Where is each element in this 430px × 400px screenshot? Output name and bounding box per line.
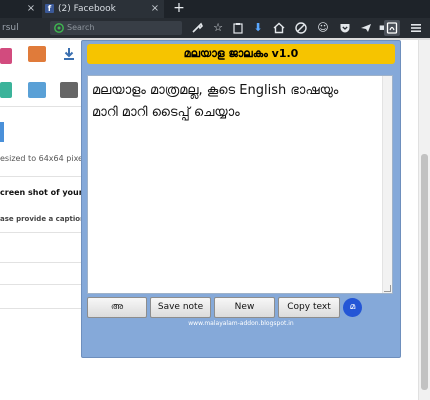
tab-facebook[interactable]: (2) Facebook xyxy=(42,0,164,18)
note-editor[interactable]: മലയാളം മാത്രമല്ല, കൂടെ English ഭാഷയും മാ… xyxy=(87,75,393,294)
wrench-icon[interactable] xyxy=(189,20,205,36)
new-note-button[interactable]: New xyxy=(214,297,275,318)
download-icon[interactable]: ⬇ xyxy=(250,20,266,36)
clipboard-icon[interactable] xyxy=(230,20,246,36)
tab-bar: × (2) Facebook f × + xyxy=(0,0,430,18)
footer-link[interactable]: www.malayalam-addon.blogspot.in xyxy=(82,319,400,329)
popup-title: മലയാള ജാലകം v1.0 xyxy=(87,44,395,64)
malayalam-mode-icon[interactable]: മ xyxy=(343,298,362,317)
resize-grip-icon[interactable] xyxy=(384,285,391,292)
pocket-icon[interactable] xyxy=(337,20,353,36)
editor-scrollbar[interactable] xyxy=(382,76,392,293)
new-tab-button[interactable]: + xyxy=(172,0,186,18)
emoji-icon[interactable]: ☺ xyxy=(315,20,331,36)
malayalam-addon-popup: മലയാള ജാലകം v1.0 മലയാളം മാത്രമല്ല, കൂടെ … xyxy=(81,40,401,358)
divider xyxy=(0,106,82,107)
film-tile-icon[interactable] xyxy=(60,82,78,98)
home-icon[interactable] xyxy=(271,20,287,36)
tab-label: (2) Facebook xyxy=(58,4,116,14)
divider xyxy=(0,262,82,263)
divider xyxy=(0,232,82,233)
navigation-toolbar: rsul Search ☆ ⬇ ☺ ▪▸ xyxy=(0,18,430,38)
no-icon[interactable] xyxy=(293,20,309,36)
facebook-favicon-icon: f xyxy=(45,4,54,13)
tab-close-icon[interactable]: × xyxy=(26,0,36,18)
upload-tile-icon[interactable] xyxy=(60,46,78,62)
send-icon[interactable] xyxy=(358,20,374,36)
star-icon[interactable]: ☆ xyxy=(210,20,226,36)
editor-text[interactable]: മലയാളം മാത്രമല്ല, കൂടെ English ഭാഷയും മാ… xyxy=(92,80,378,124)
divider xyxy=(0,284,82,285)
scrollbar-thumb[interactable] xyxy=(421,154,428,390)
menu-icon[interactable] xyxy=(408,20,424,36)
caption-prompt: ase provide a caption xyxy=(0,215,86,223)
save-note-button[interactable]: Save note xyxy=(150,297,211,318)
tab-close-icon[interactable]: × xyxy=(150,0,160,18)
search-engine-icon xyxy=(54,23,64,33)
language-toggle-button[interactable]: അ xyxy=(87,297,147,318)
copy-text-button[interactable]: Copy text xyxy=(278,297,340,318)
divider xyxy=(0,176,82,177)
folder-tile-icon[interactable] xyxy=(28,82,46,98)
divider xyxy=(0,308,82,309)
app-tile-icon[interactable] xyxy=(0,48,12,64)
search-input[interactable]: Search xyxy=(50,21,182,35)
screenshot-prompt: creen shot of your a xyxy=(0,188,91,197)
extension-icon[interactable] xyxy=(384,20,400,36)
app-tile-icon[interactable] xyxy=(0,82,12,98)
blue-button-edge[interactable] xyxy=(0,122,4,142)
app-tile-icon[interactable] xyxy=(28,46,46,62)
search-placeholder: Search xyxy=(67,23,95,32)
page-scrollbar[interactable] xyxy=(418,40,430,400)
url-bar-fragment[interactable]: rsul xyxy=(0,21,42,35)
